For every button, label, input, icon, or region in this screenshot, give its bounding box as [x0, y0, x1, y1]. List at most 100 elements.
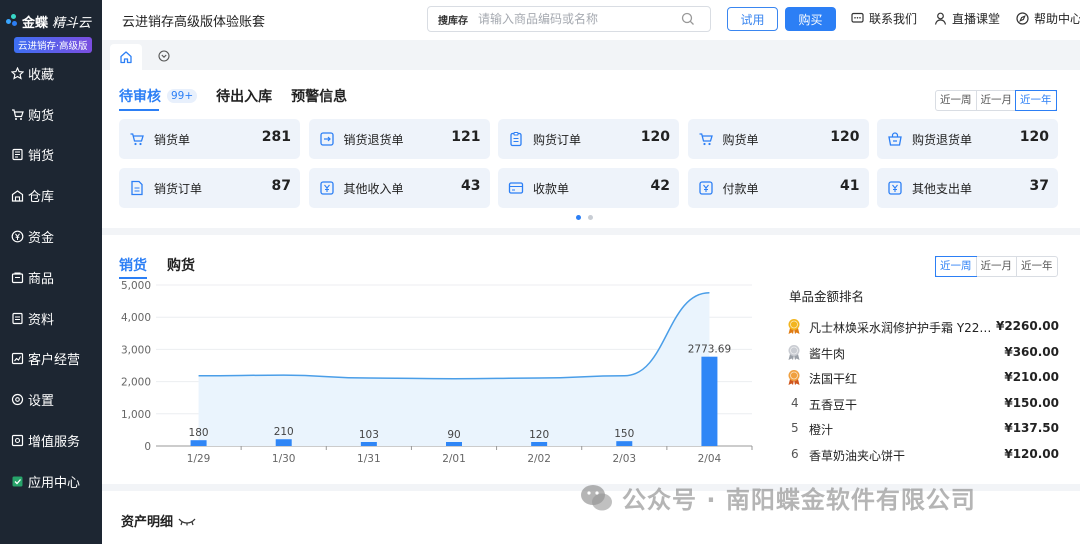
income-icon [319, 181, 334, 195]
x-tick-label: 1/30 [272, 453, 296, 465]
carousel-dot[interactable] [576, 215, 581, 220]
tile-count: 37 [1029, 178, 1049, 194]
clipboard-icon [510, 131, 522, 147]
chart-icon [11, 352, 24, 365]
product-name: 五香豆干 [809, 397, 858, 412]
pending-documents-card: 待审核 99+ 待出入库 预警信息 近一周 近一月 近一年 销货单 281 销货退货… [102, 70, 1080, 228]
bar [446, 442, 462, 446]
eye-closed-icon[interactable] [178, 516, 196, 526]
person-icon [934, 12, 947, 25]
contact-us-link[interactable]: 联系我们 [851, 10, 917, 27]
tab-pending-review-label: 待审核 [119, 89, 161, 105]
tab-alerts[interactable]: 预警信息 [291, 86, 347, 110]
product-ranking-list: 凡士林焕采水润修护护手霜 Y22 ... ¥2260.00 酱牛肉 ¥360.00 法国… [787, 315, 1059, 469]
value-service-icon [11, 434, 24, 447]
search-input[interactable] [478, 10, 673, 28]
live-class-link[interactable]: 直播课堂 [934, 10, 1000, 27]
ranking-row: 4 五香豆干 ¥150.00 [787, 392, 1059, 418]
compass-icon [1016, 12, 1029, 25]
sidebar-item-10[interactable]: 应用中心 [0, 461, 102, 502]
pending-tile[interactable]: 付款单 41 [687, 168, 869, 208]
sidebar-item-label: 资料 [28, 312, 55, 328]
tab-pending-review[interactable]: 待审核 99+ [119, 86, 198, 111]
pending-tile[interactable]: 其他收入单 43 [308, 168, 490, 208]
period-month[interactable]: 近一月 [975, 91, 1017, 110]
sidebar-item-4[interactable]: 资金 [0, 216, 102, 257]
cart-icon [130, 133, 144, 146]
sales-tabs: 销货 购货 [119, 255, 215, 279]
receipt-icon [508, 182, 524, 194]
sales-period-selector: 近一周 近一月 近一年 [935, 256, 1058, 277]
y-tick-label: 0 [144, 441, 151, 453]
period-year[interactable]: 近一年 [1015, 90, 1057, 111]
tab-pending-stock-label: 待出入库 [216, 89, 273, 105]
period-week[interactable]: 近一周 [936, 91, 976, 110]
product-name: 香草奶油夹心饼干 [809, 448, 906, 463]
bar-data-label: 180 [189, 427, 209, 439]
y-tick-label: 3,000 [121, 344, 151, 356]
carousel-dot[interactable] [588, 215, 593, 220]
sidebar-item-3[interactable]: 仓库 [0, 175, 102, 216]
bar-data-label: 90 [447, 429, 460, 441]
product-amount: ¥210.00 [1004, 370, 1059, 385]
period-year[interactable]: 近一年 [1016, 257, 1057, 276]
product-name: 法国干红 [809, 372, 858, 387]
live-class-label: 直播课堂 [952, 12, 1001, 26]
y-tick-label: 5,000 [121, 280, 151, 292]
tile-label: 其他支出单 [912, 182, 973, 196]
search-icon[interactable] [681, 12, 695, 26]
product-amount: ¥150.00 [1004, 395, 1059, 410]
x-tick-label: 1/29 [187, 453, 211, 465]
sidebar-item-2[interactable]: 销货 [0, 135, 102, 176]
asset-title: 资产明细 [121, 511, 196, 530]
sidebar-item-0[interactable]: 收藏 [0, 53, 102, 94]
return-icon [319, 132, 334, 146]
product-name: 酱牛肉 [809, 346, 846, 361]
sidebar-item-label: 客户经营 [28, 353, 81, 369]
period-month[interactable]: 近一月 [975, 257, 1017, 276]
sidebar-item-9[interactable]: 增值服务 [0, 420, 102, 461]
tile-label: 销货退货单 [343, 133, 404, 147]
sidebar-item-5[interactable]: 商品 [0, 257, 102, 298]
y-tick-label: 2,000 [121, 377, 151, 389]
gold-medal-icon [788, 319, 800, 334]
warehouse-icon [11, 189, 24, 202]
tile-label: 购货单 [722, 133, 759, 147]
pending-tile[interactable]: 其他支出单 37 [877, 168, 1058, 208]
pending-tile[interactable]: 收款单 42 [498, 168, 679, 208]
sidebar-item-1[interactable]: 购货 [0, 94, 102, 135]
pending-tile[interactable]: 销货退货单 121 [308, 119, 490, 159]
pending-tile[interactable]: 购货订单 120 [498, 119, 679, 159]
pending-tile[interactable]: 销货订单 87 [119, 168, 300, 208]
tab-purchase[interactable]: 购货 [167, 255, 195, 278]
buy-button[interactable]: 购买 [785, 7, 836, 31]
search-scope-label[interactable]: 搜库存 [438, 12, 468, 27]
ranking-row: 5 橙汁 ¥137.50 [787, 417, 1059, 443]
tile-count: 121 [451, 129, 481, 145]
sidebar-item-label: 增值服务 [28, 435, 81, 451]
bar [616, 441, 633, 446]
chevron-down-circle-icon[interactable] [158, 50, 170, 62]
brand-logo[interactable]: 金蝶 精斗云 云进销存·高级版 [6, 8, 96, 53]
home-tab[interactable] [110, 44, 142, 70]
asset-title-label: 资产明细 [121, 515, 174, 530]
sidebar-item-7[interactable]: 客户经营 [0, 339, 102, 380]
period-week[interactable]: 近一周 [935, 256, 977, 277]
pending-tabs: 待审核 99+ 待出入库 预警信息 [119, 86, 366, 111]
pending-tile[interactable]: 销货单 281 [119, 119, 300, 159]
ranking-row: 酱牛肉 ¥360.00 [787, 341, 1059, 367]
sidebar-item-6[interactable]: 资料 [0, 298, 102, 339]
pending-tile[interactable]: 购货退货单 120 [877, 119, 1058, 159]
product-name: 凡士林焕采水润修护护手霜 Y22 ... [809, 321, 994, 335]
chat-icon [851, 12, 864, 23]
tile-label: 销货单 [154, 133, 191, 147]
help-center-link[interactable]: 帮助中心 [1016, 10, 1080, 27]
product-amount: ¥360.00 [1004, 344, 1059, 359]
carousel-dots [576, 215, 600, 220]
tab-pending-stock[interactable]: 待出入库 [216, 86, 272, 110]
trial-button[interactable]: 试用 [727, 7, 778, 31]
tab-sales[interactable]: 销货 [119, 255, 147, 279]
pending-tile[interactable]: 购货单 120 [687, 119, 869, 159]
sidebar-item-8[interactable]: 设置 [0, 379, 102, 420]
inventory-search[interactable]: 搜库存 [427, 6, 711, 32]
